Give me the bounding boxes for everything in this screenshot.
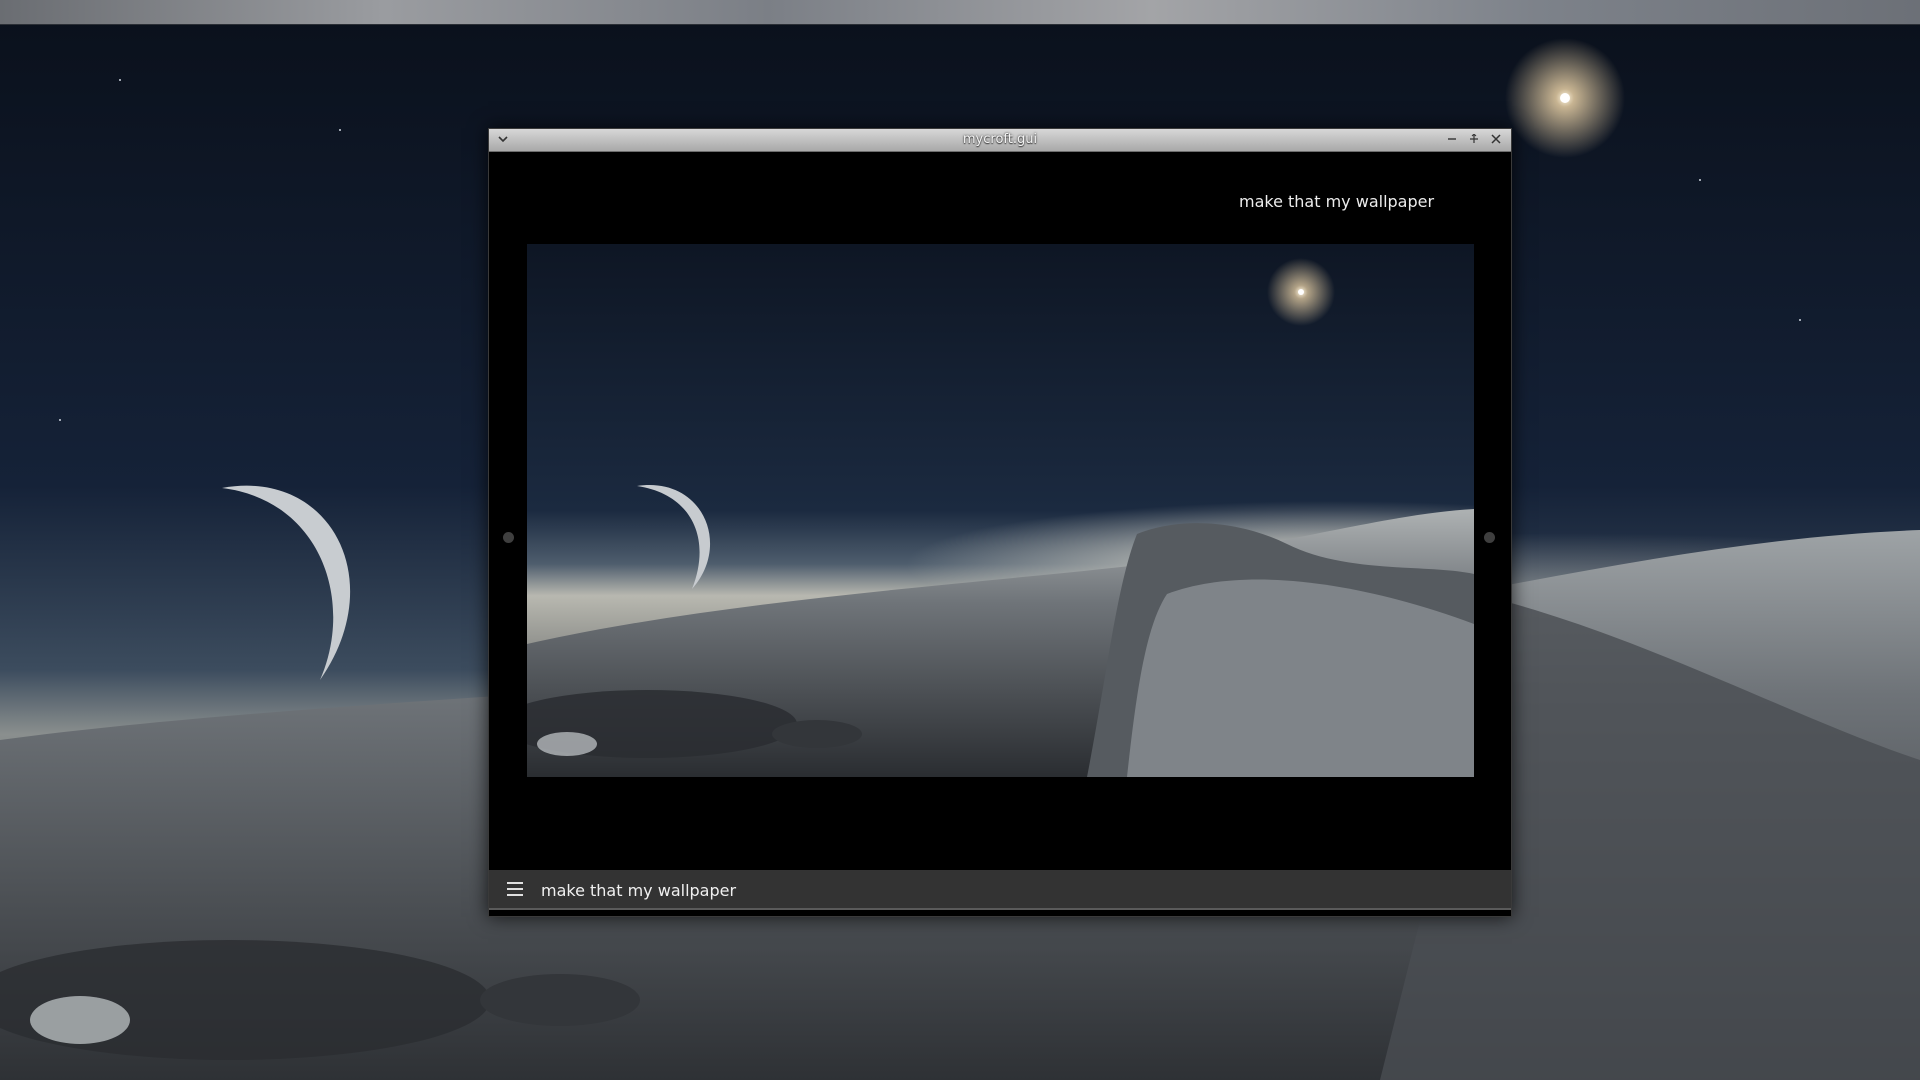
maximize-icon[interactable] — [1466, 132, 1482, 148]
conversation-view: make that my wallpaper — [489, 152, 1511, 870]
window-titlebar[interactable]: mycroft.gui — [489, 129, 1511, 152]
close-icon[interactable] — [1488, 132, 1504, 148]
app-window: mycroft.gui make that my wallpaper — [488, 128, 1512, 917]
page-indicator-right[interactable] — [1484, 532, 1495, 543]
page-indicator-left[interactable] — [503, 532, 514, 543]
wallpaper-preview — [527, 244, 1474, 777]
hamburger-icon[interactable] — [507, 882, 523, 898]
command-bar — [489, 870, 1511, 910]
window-title: mycroft.gui — [962, 132, 1038, 147]
minimize-icon[interactable] — [1444, 132, 1460, 148]
command-input[interactable] — [539, 876, 1493, 904]
top-panel — [0, 0, 1920, 25]
wallpaper-preview-image — [527, 244, 1474, 777]
user-utterance: make that my wallpaper — [1239, 192, 1435, 211]
